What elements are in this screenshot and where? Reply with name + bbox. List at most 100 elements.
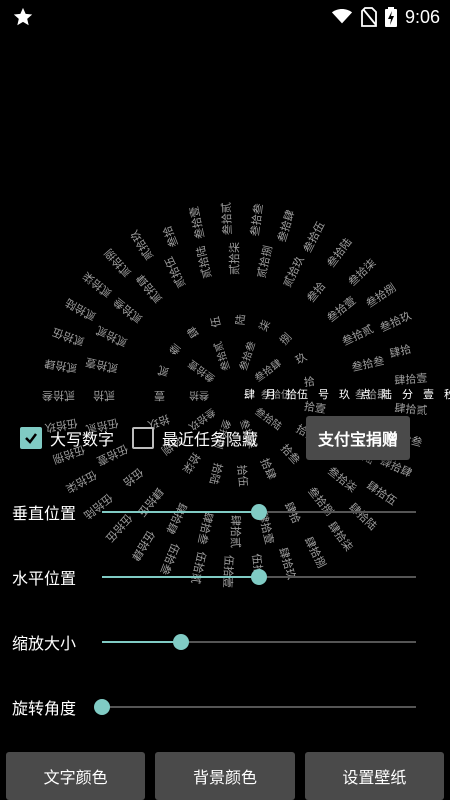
clock-readout-text: 拾伍 [286,387,308,401]
alipay-donate-button[interactable]: 支付宝捐赠 [305,416,410,460]
clock-ring-text: 伍拾柒 [64,468,100,496]
clock-ring-text: 叁拾伍 [300,219,327,255]
no-sim-icon [361,7,377,27]
bottom-button-row: 文字颜色 背景颜色 设置壁纸 [6,752,444,800]
clock-ring-text: 叁拾伍 [261,388,291,401]
clock-ring-text: 拾壹 [303,399,327,416]
clock-readout-text: 秒 [444,387,450,401]
scale-size-slider[interactable] [102,632,416,652]
clock-ring-text: 叁拾柒 [325,464,360,496]
clock-readout-text: 肆 [244,388,255,401]
clock-ring-text: 叁拾贰 [340,321,376,348]
background-color-button[interactable]: 背景颜色 [155,752,295,800]
wifi-icon [331,8,353,24]
slider-thumb[interactable] [172,634,189,650]
clock-ring-text: 叁拾贰 [219,202,234,236]
clock-ring-text: 叁拾 [160,224,181,250]
clock-ring-text: 贰拾壹 [84,355,119,376]
slider-label: 缩放大小 [12,634,77,653]
clock-ring-text: 贰拾捌 [254,244,275,279]
battery-charging-icon [384,7,397,27]
uppercase-label: 大写数字 [50,430,115,449]
clock-readout-text: 壹 [423,388,434,401]
clock-ring-text: 拾伍 [235,464,251,487]
clock-ring-text: 贰拾叁 [42,389,75,403]
clock-ring-text: 伍拾肆 [129,528,158,563]
status-time: 9:06 [404,6,440,27]
slider-thumb[interactable] [251,569,267,585]
text-color-button[interactable]: 文字颜色 [6,752,146,800]
status-bar: 9:06 [0,0,450,34]
checkmark-icon [25,433,37,444]
clock-ring-text: 贰拾肆 [43,356,78,375]
clock-readout-text: 玖 [339,388,350,401]
clock-readout-text: 陆 [381,387,392,401]
status-left [0,6,34,28]
clock-ring-text: 贰 [156,363,171,380]
clock-ring-text: 叁 [166,341,183,359]
clock-ring-text: 贰拾陆 [63,296,99,324]
clock-ring-text: 叁拾壹 [187,205,208,240]
status-right: 9:06 [331,7,450,28]
clock-ring-text: 叁拾柒 [345,256,379,289]
horizontal-position-slider[interactable] [102,567,416,587]
clock-readout-text: 月 [265,388,276,401]
clock-ring-text: 贰拾叁 [110,295,145,327]
clock-ring-text: 贰拾玖 [280,254,307,290]
clock-ring-text: 叁拾肆 [252,356,284,384]
clock-ring-text: 叁拾贰 [211,340,233,373]
clock-ring-text: 贰拾柒 [227,242,241,275]
slider-label: 水平位置 [12,569,77,588]
text-clock-art: 贰拾叁贰拾肆贰拾伍贰拾陆贰拾柒贰拾捌贰拾玖 叁拾 叁拾壹 叁拾贰 叁拾叁 叁拾肆 叁拾伍叁拾… [42,202,450,588]
clock-readout-text: 点 [360,388,371,401]
vertical-position-row: 垂直位置 [12,496,416,528]
slider-label: 旋转角度 [12,699,77,718]
slider-thumb[interactable] [94,699,110,715]
slider-label: 垂直位置 [12,504,77,523]
clock-ring-text: 叁拾捌 [363,280,398,310]
clock-ring-text: 叁拾肆 [274,208,297,244]
uppercase-checkbox-box[interactable] [20,427,42,449]
clock-ring-text: 叁拾叁 [247,203,265,238]
clock-ring-text: 叁拾陆 [324,235,355,270]
slider-track [102,706,416,708]
clock-ring-text: 柒 [257,318,273,333]
clock-ring-text: 肆拾 [388,341,413,360]
slider-fill [102,511,259,513]
clock-ring-text: 贰拾陆 [193,245,214,280]
rotation-angle-row: 旋转角度 [12,691,416,723]
controls-row: 大写数字 最近任务隐藏 支付宝捐赠 [20,416,410,460]
clock-readout-text: 分 [402,388,413,401]
clock-ring-text: 叁拾壹 [186,357,218,385]
clock-ring-text: 拾 [303,374,316,390]
clock-ring-text: 壹 [154,389,165,402]
clock-ring-text: 贰拾伍 [161,255,188,291]
clock-ring-text: 叁拾叁 [236,340,258,373]
horizontal-position-row: 水平位置 [12,561,416,593]
clock-ring-text: 肆拾贰 [394,401,428,418]
clock-ring-text: 贰拾贰 [94,323,130,350]
slider-thumb[interactable] [251,504,267,520]
hide-recent-checkbox[interactable]: 最近任务隐藏 [132,426,258,450]
clock-ring-text: 贰拾 [93,389,115,403]
clock-ring-text: 贰拾玖 [127,228,156,263]
clock-ring-text: 陆 [233,314,248,326]
uppercase-number-checkbox[interactable]: 大写数字 [20,426,114,450]
clock-ring-text: 肆拾壹 [394,371,428,388]
clock-ring-text: 贰拾伍 [50,325,86,349]
clock-ring-text: 肆 [185,324,202,340]
clock-ring-text: 玖 [293,350,309,367]
clock-ring-text: 贰拾肆 [133,272,165,307]
vertical-position-slider[interactable] [102,502,416,522]
rotation-angle-slider[interactable] [94,697,416,717]
clock-ring-text: 贰拾捌 [101,246,133,280]
clock-ring-text: 叁拾 [304,279,329,305]
hide-recent-label: 最近任务隐藏 [162,430,259,449]
clock-ring-text: 拾陆 [207,461,226,486]
clock-ring-text: 叁拾玖 [378,308,414,334]
clock-ring-text: 捌 [277,330,295,348]
hide-recent-checkbox-box[interactable] [132,427,155,449]
clock-ring-text: 叁拾 [189,389,209,402]
clock-ring-text: 伍拾 [120,465,146,490]
set-wallpaper-button[interactable]: 设置壁纸 [304,752,444,800]
